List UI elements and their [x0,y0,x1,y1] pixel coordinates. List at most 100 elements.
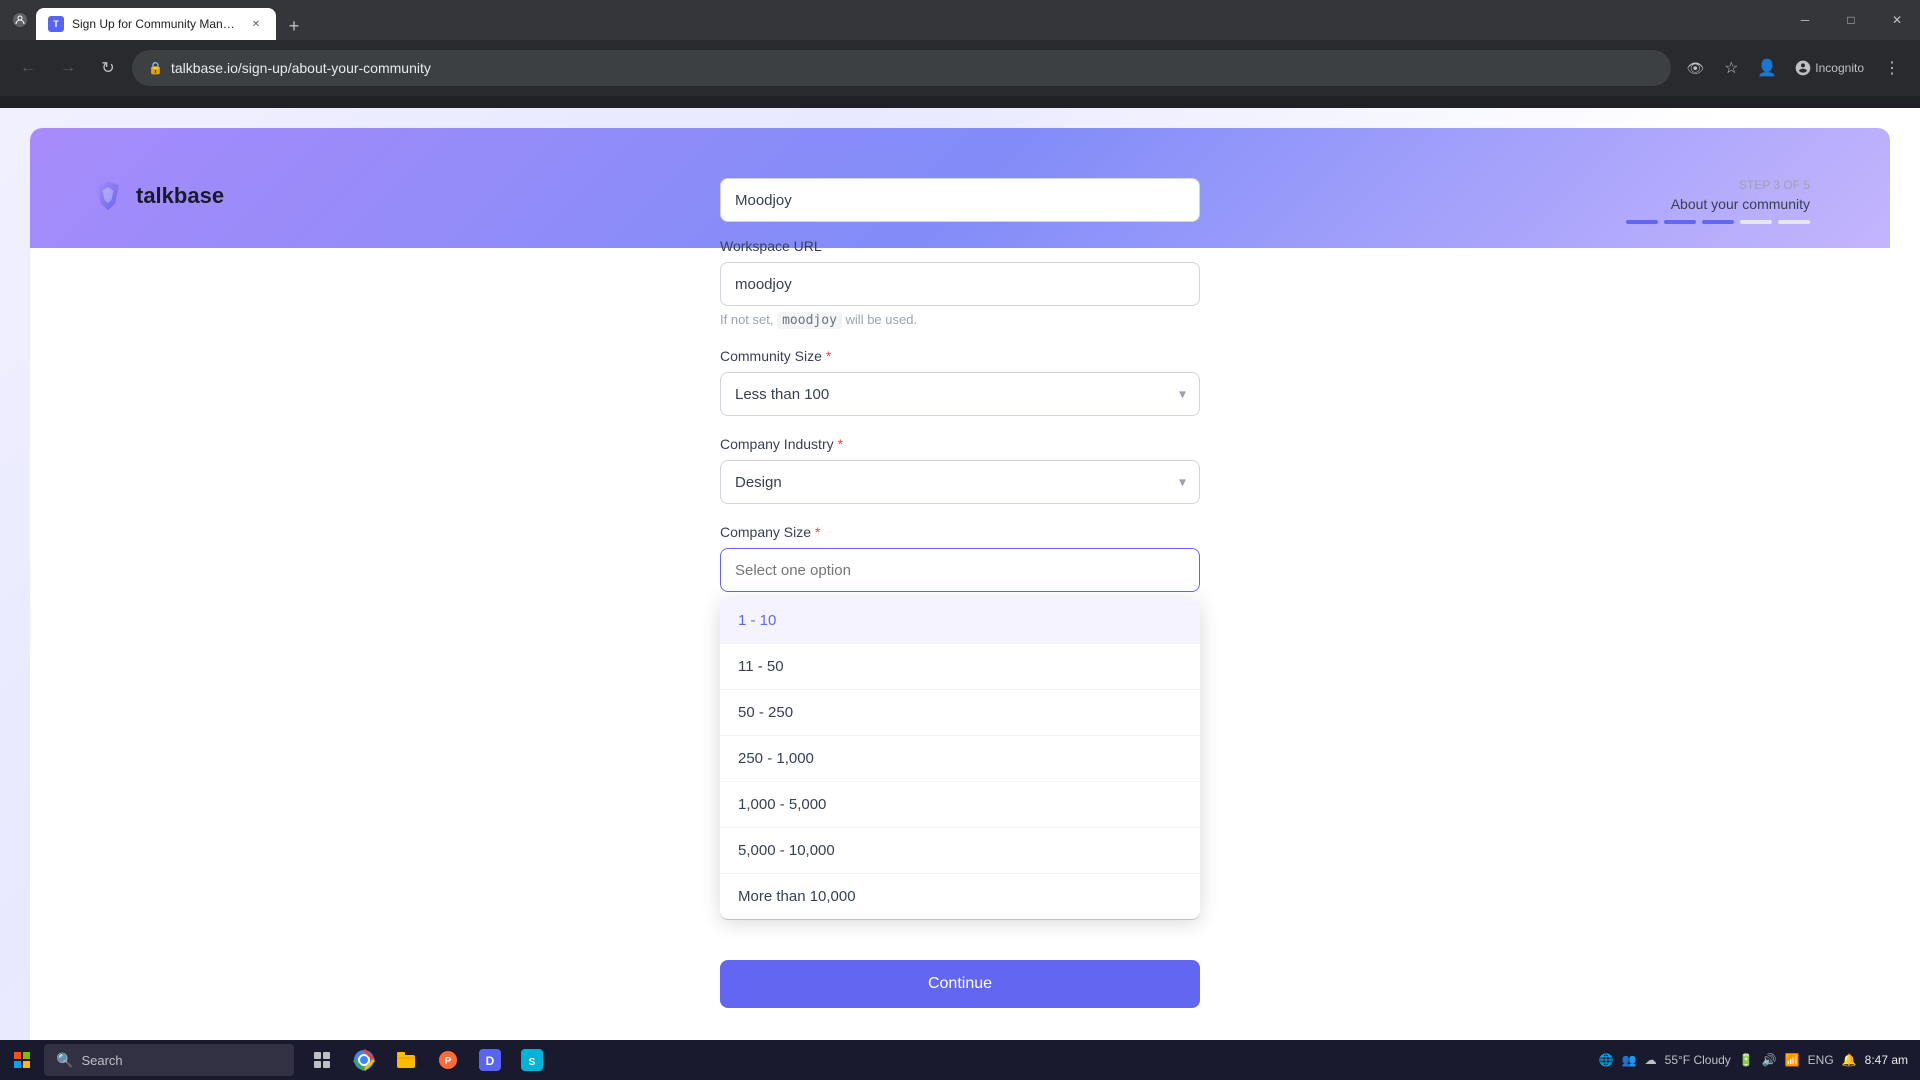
company-size-label: Company Size * [720,524,1200,540]
tab-close-button[interactable]: ✕ [248,16,264,32]
company-size-container: 1 - 10 11 - 50 50 - 250 250 - 1,000 1,00 [720,548,1200,592]
page-wrapper: talkbase STEP 3 OF 5 About your communit… [0,108,1920,1080]
company-size-dropdown: 1 - 10 11 - 50 50 - 250 250 - 1,000 1,00 [720,598,1200,919]
clock-time: 8:47 am [1865,1053,1908,1067]
taskbar-app-file-explorer[interactable] [386,1040,426,1080]
profile-button[interactable]: 👤 [1751,52,1783,84]
incognito-label: Incognito [1815,61,1864,75]
new-tab-button[interactable]: + [280,12,308,40]
back-button[interactable]: ← [12,52,44,84]
weather-icon: ☁ [1645,1053,1657,1067]
svg-text:D: D [486,1054,495,1068]
logo-text: talkbase [136,183,224,209]
dropdown-item-11-50[interactable]: 11 - 50 [720,644,1200,690]
community-size-field: Community Size * Less than 100 ▾ [720,348,1200,416]
workspace-url-helper: If not set, moodjoy will be used. [720,312,1200,328]
dropdown-item-50-250[interactable]: 50 - 250 [720,690,1200,736]
taskbar-search-bar[interactable]: 🔍 Search [44,1044,294,1076]
close-button[interactable]: ✕ [1874,0,1920,40]
network-icon2: 📶 [1785,1053,1800,1067]
step-dot-1 [1626,220,1658,224]
weather-temp: 55°F Cloudy [1665,1053,1731,1067]
menu-button[interactable]: ⋮ [1876,52,1908,84]
taskbar-right: 🌐 👥 ☁ 55°F Cloudy 🔋 🔊 📶 ENG 🔔 8:47 am [1587,1053,1920,1067]
taskbar-apps: P D S [294,1040,560,1080]
battery-icon: 🔋 [1739,1053,1754,1067]
dropdown-item-250-1000[interactable]: 250 - 1,000 [720,736,1200,782]
lock-icon: 🔒 [148,61,163,75]
active-tab[interactable]: T Sign Up for Community Manag... ✕ [36,8,276,40]
incognito-badge: Incognito [1787,56,1872,80]
taskbar-app-task-view[interactable] [302,1040,342,1080]
search-icon: 🔍 [56,1052,73,1069]
company-size-field: Company Size * 1 - 10 11 - 50 5 [720,524,1200,592]
workspace-url-field: Workspace URL If not set, moodjoy will b… [720,238,1200,328]
dropdown-item-more-10000[interactable]: More than 10,000 [720,874,1200,919]
language-label: ENG [1808,1053,1834,1067]
address-bar[interactable]: 🔒 talkbase.io/sign-up/about-your-communi… [132,50,1671,86]
network-icon: 🌐 [1599,1053,1614,1067]
clock[interactable]: 8:47 am [1865,1053,1908,1067]
continue-button[interactable]: Continue [720,960,1200,1008]
svg-text:S: S [529,1057,536,1068]
community-size-label: Community Size * [720,348,1200,364]
taskbar-search-label: Search [81,1053,122,1068]
step-dot-3 [1702,220,1734,224]
company-industry-required: * [838,436,843,452]
company-industry-label: Company Industry * [720,436,1200,452]
refresh-button[interactable]: ↻ [92,52,124,84]
form-container: Workspace URL If not set, moodjoy will b… [720,238,1200,1008]
url-text: talkbase.io/sign-up/about-your-community [171,60,431,76]
minimize-button[interactable]: ─ [1782,0,1828,40]
step-dots [1626,220,1810,224]
taskbar-app-chrome[interactable] [344,1040,384,1080]
notification-icon: 🔔 [1842,1053,1857,1067]
page-inner: talkbase STEP 3 OF 5 About your communit… [30,128,1890,1060]
browser-titlebar: T Sign Up for Community Manag... ✕ + ─ □… [0,0,1920,40]
profile-icon[interactable] [8,8,32,32]
step-title: About your community [1626,196,1810,212]
step-dot-2 [1664,220,1696,224]
taskbar-app-3[interactable]: P [428,1040,468,1080]
workspace-url-input[interactable] [720,262,1200,306]
start-button[interactable] [0,1040,44,1080]
community-name-field [720,178,1200,222]
workspace-url-label: Workspace URL [720,238,1200,254]
dropdown-item-5000-10000[interactable]: 5,000 - 10,000 [720,828,1200,874]
company-industry-select[interactable]: Design [720,460,1200,504]
dropdown-item-1-10[interactable]: 1 - 10 [720,598,1200,644]
browser-chrome: T Sign Up for Community Manag... ✕ + ─ □… [0,0,1920,108]
tab-favicon: T [48,16,64,32]
logo-icon [90,178,126,214]
step-label: STEP 3 OF 5 [1626,178,1810,192]
tab-strip: T Sign Up for Community Manag... ✕ + [36,0,308,40]
maximize-button[interactable]: □ [1828,0,1874,40]
dropdown-item-1000-5000[interactable]: 1,000 - 5,000 [720,782,1200,828]
taskbar-app-4[interactable]: D [470,1040,510,1080]
step-indicator: STEP 3 OF 5 About your community [1626,178,1810,224]
taskbar: 🔍 Search [0,1040,1920,1080]
bookmark-button[interactable]: ☆ [1715,52,1747,84]
system-icons: 🌐 👥 ☁ 55°F Cloudy 🔋 🔊 📶 ENG 🔔 [1599,1053,1857,1067]
step-dot-5 [1778,220,1810,224]
eye-slash-icon[interactable]: 👁 [1679,52,1711,84]
step-dot-4 [1740,220,1772,224]
tab-title: Sign Up for Community Manag... [72,17,240,31]
community-size-select[interactable]: Less than 100 [720,372,1200,416]
community-size-required: * [826,348,831,364]
volume-icon: 🔊 [1762,1053,1777,1067]
company-industry-field: Company Industry * Design ▾ [720,436,1200,504]
company-size-required: * [815,524,820,540]
company-industry-select-wrapper: Design ▾ [720,460,1200,504]
window-controls: ─ □ ✕ [1782,0,1920,40]
taskbar-app-5[interactable]: S [512,1040,552,1080]
logo-area: talkbase [90,178,224,214]
browser-nav: ← → ↻ 🔒 talkbase.io/sign-up/about-your-c… [0,40,1920,96]
community-name-input[interactable] [720,178,1200,222]
nav-actions: 👁 ☆ 👤 Incognito ⋮ [1679,52,1908,84]
company-size-input[interactable] [720,548,1200,592]
community-size-select-wrapper: Less than 100 ▾ [720,372,1200,416]
forward-button[interactable]: → [52,52,84,84]
people-icon: 👥 [1622,1053,1637,1067]
svg-text:P: P [445,1056,452,1067]
